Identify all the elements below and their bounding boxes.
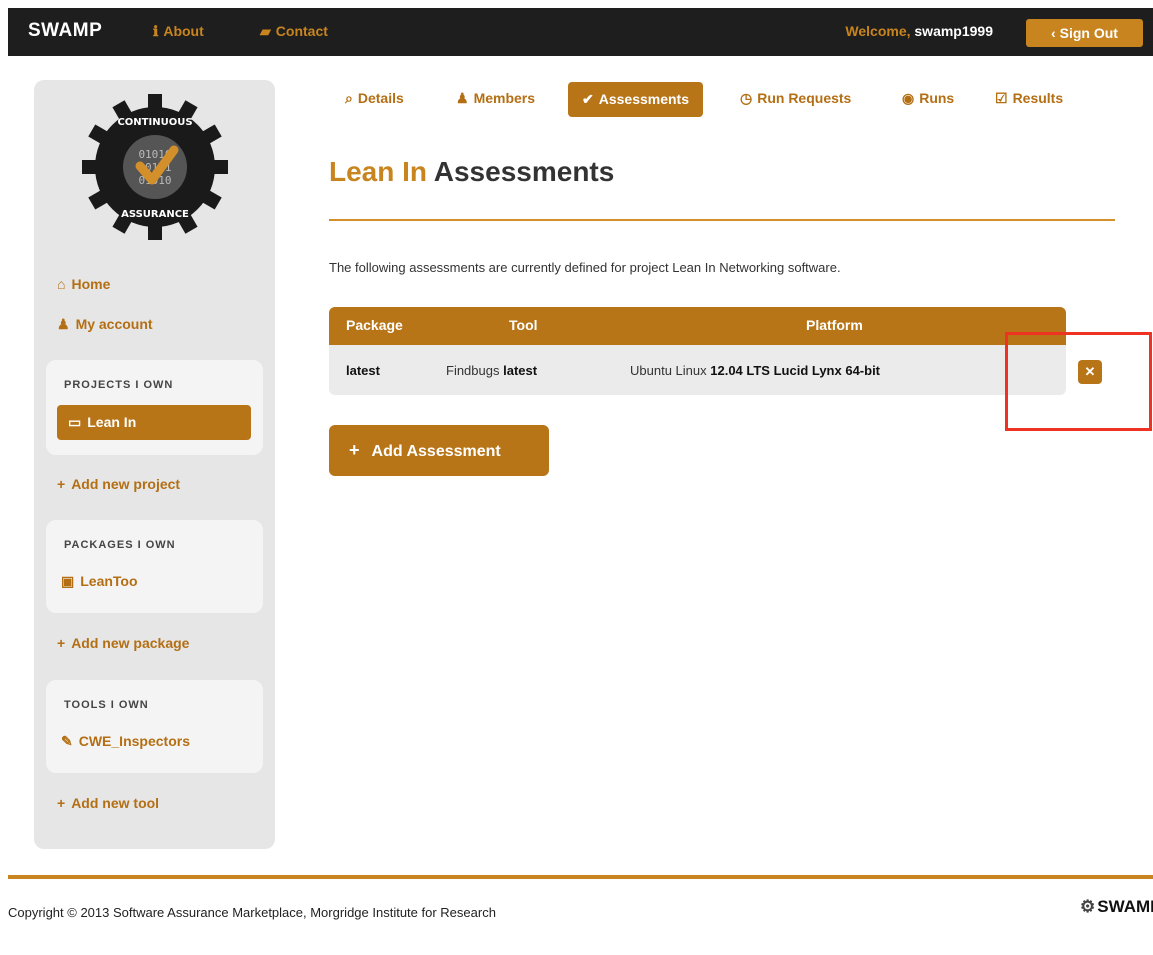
footer-copyright: Copyright © 2013 Software Assurance Mark… (8, 905, 496, 920)
user-icon: ♟ (456, 90, 469, 106)
column-header-platform[interactable]: Platform (806, 317, 863, 333)
sidebar-package-leantoo[interactable]: ▣ LeanToo (61, 573, 138, 590)
sidebar: 01010 10101 01010 CONTINUOUS ASSURANCE ⌂… (34, 80, 275, 849)
cell-package-version: latest (346, 363, 380, 378)
sidebar-tool-cwe-inspectors[interactable]: ✎ CWE_Inspectors (61, 733, 190, 750)
column-header-package[interactable]: Package (346, 317, 403, 333)
title-divider (329, 219, 1115, 221)
footer-logo[interactable]: ⚙SWAMP (1080, 897, 1153, 917)
page-title: Lean In Assessments (329, 156, 615, 187)
sidebar-home-link[interactable]: ⌂ Home (57, 276, 110, 292)
sidebar-my-account-link[interactable]: ♟ My account (57, 316, 153, 333)
svg-text:ASSURANCE: ASSURANCE (121, 209, 189, 220)
projects-title: PROJECTS I OWN (64, 379, 174, 391)
briefcase-icon: ▣ (61, 573, 75, 589)
folder-open-icon: ▭ (68, 414, 82, 430)
footer-divider (8, 875, 1153, 879)
svg-text:CONTINUOUS: CONTINUOUS (117, 117, 192, 128)
highlight-box (1005, 332, 1152, 431)
plus-icon: + (57, 635, 66, 651)
table-header: Package Tool Platform (329, 307, 1066, 345)
clock-icon: ◷ (740, 90, 753, 106)
home-icon: ⌂ (57, 276, 66, 292)
cell-tool: Findbugs latest (446, 363, 538, 378)
contact-link[interactable]: ▰ Contact (260, 23, 328, 40)
tools-title: TOOLS I OWN (64, 699, 149, 711)
sign-out-button[interactable]: ‹ Sign Out (1026, 19, 1143, 47)
packages-title: PACKAGES I OWN (64, 539, 176, 551)
tab-results[interactable]: ☑ Results (995, 90, 1063, 107)
tab-run-requests[interactable]: ◷ Run Requests (740, 90, 851, 107)
chevron-left-icon: ‹ (1051, 25, 1056, 41)
tab-members[interactable]: ♟ Members (456, 90, 535, 107)
plus-icon: + (57, 795, 66, 811)
tab-assessments[interactable]: ✔ Assessments (568, 82, 704, 117)
play-circle-icon: ◉ (902, 90, 915, 106)
wrench-icon: ✎ (61, 733, 73, 749)
add-project-link[interactable]: + Add new project (57, 476, 180, 492)
check-circle-icon: ✔ (582, 91, 594, 107)
projects-box: PROJECTS I OWN ▭ Lean In (46, 360, 263, 455)
page-description: The following assessments are currently … (329, 260, 841, 275)
search-icon: ⌕ (345, 90, 353, 106)
chat-icon: ▰ (260, 23, 271, 39)
tools-box: TOOLS I OWN ✎ CWE_Inspectors (46, 680, 263, 773)
cell-platform: Ubuntu Linux 12.04 LTS Lucid Lynx 64-bit (630, 363, 881, 378)
gear-icon: ⚙ (1080, 897, 1096, 916)
assessments-table: Package Tool Platform latest Findbugs la… (329, 307, 1066, 395)
about-link[interactable]: ℹ About (153, 23, 204, 40)
column-header-tool[interactable]: Tool (509, 317, 538, 333)
top-navbar: SWAMP ℹ About ▰ Contact Welcome, swamp1999… (8, 8, 1153, 56)
brand-logo[interactable]: SWAMP (28, 20, 102, 42)
username: swamp1999 (914, 23, 993, 39)
tab-runs[interactable]: ◉ Runs (902, 90, 954, 107)
packages-box: PACKAGES I OWN ▣ LeanToo (46, 520, 263, 613)
add-tool-link[interactable]: + Add new tool (57, 795, 159, 811)
tab-details[interactable]: ⌕ Details (345, 90, 404, 107)
user-icon: ♟ (57, 316, 70, 332)
add-assessment-button[interactable]: + Add Assessment (329, 425, 549, 476)
add-package-link[interactable]: + Add new package (57, 635, 189, 651)
info-icon: ℹ (153, 23, 159, 39)
continuous-assurance-logo: 01010 10101 01010 CONTINUOUS ASSURANCE (82, 94, 228, 240)
plus-icon: + (349, 440, 360, 460)
welcome-text: Welcome, swamp1999 (845, 23, 993, 39)
plus-icon: + (57, 476, 66, 492)
sidebar-project-lean-in[interactable]: ▭ Lean In (57, 405, 251, 440)
checkbox-icon: ☑ (995, 90, 1008, 106)
